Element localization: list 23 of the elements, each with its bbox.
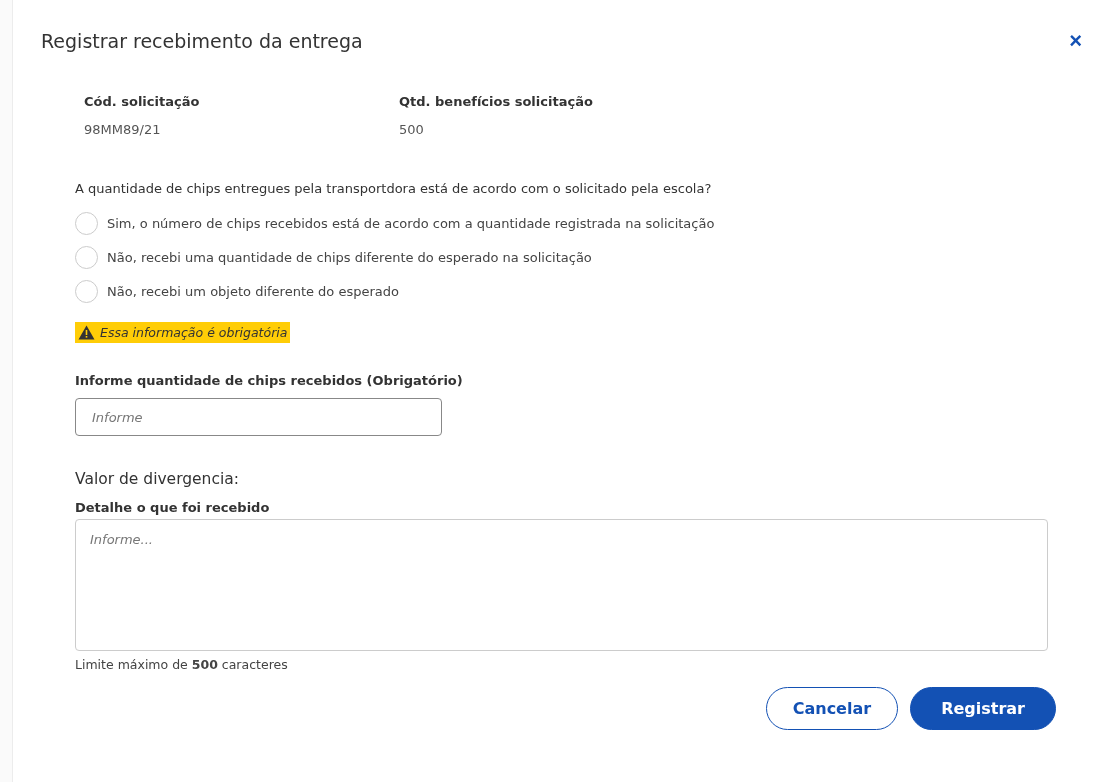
field-label: Detalhe o que foi recebido <box>75 500 271 515</box>
info-value: 98MM89/21 <box>84 122 162 137</box>
radio-label: Não, recebi um objeto diferente do esperado <box>107 283 399 299</box>
details-textarea[interactable]: Informe... <box>75 519 1048 651</box>
field-label: Informe quantidade de chips recebidos (Obrigatório) <box>75 373 464 388</box>
radio-label: Não, recebi uma quantidade de chips diferente do esperado na solicitação <box>107 249 592 265</box>
character-limit-text: Limite máximo de 500 caracteres <box>75 657 289 672</box>
radio-label: Sim, o número de chips recebidos está de acordo com a quantidade registrada na solicitação <box>107 215 715 231</box>
warning-icon <box>78 325 95 340</box>
cancel-button[interactable]: Cancelar <box>765 687 899 730</box>
radio-button[interactable] <box>75 279 98 303</box>
dialog-title: Registrar recebimento da entrega <box>41 30 363 52</box>
close-button[interactable]: × <box>1065 30 1086 52</box>
warning-text: Essa informação é obrigatória <box>100 325 288 340</box>
info-label: Cód. solicitação <box>84 94 201 109</box>
question-text: A quantidade de chips entregues pela transportdora está de acordo com o solicitado pela escola? <box>75 181 713 196</box>
submit-button[interactable]: Registrar <box>910 687 1056 730</box>
info-value: 500 <box>399 122 425 137</box>
radio-button[interactable] <box>75 245 98 269</box>
radio-button[interactable] <box>75 211 98 235</box>
info-label: Qtd. benefícios solicitação <box>399 94 594 109</box>
quantity-input[interactable]: Informe <box>75 398 442 436</box>
section-heading: Valor de divergencia: <box>75 470 240 488</box>
